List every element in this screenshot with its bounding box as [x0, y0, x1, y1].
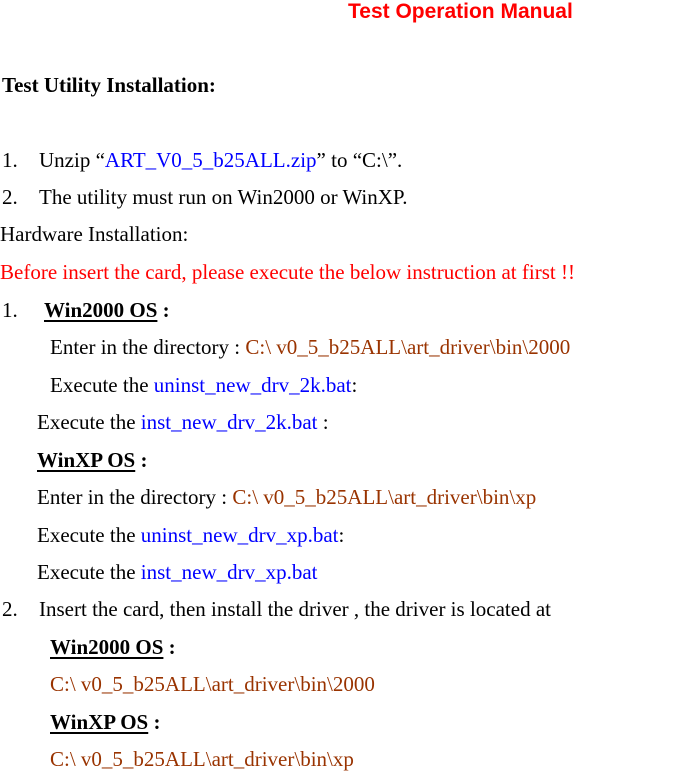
- winxp-execute-install: Execute the inst_new_drv_xp.bat: [37, 560, 318, 584]
- step-text: ” to “C:\”.: [316, 148, 403, 172]
- instruction-text: :: [351, 373, 358, 397]
- instruction-text: Execute the: [37, 560, 141, 584]
- os-label-win2000: Win2000 OS: [44, 298, 158, 322]
- instruction-text: :: [338, 523, 345, 547]
- os-label-colon: :: [148, 710, 161, 734]
- os-label-colon: :: [163, 635, 176, 659]
- winxp-execute-uninstall: Execute the uninst_new_drv_xp.bat:: [37, 523, 344, 547]
- winxp-enter-directory: Enter in the directory : C:\ v0_5_b25ALL…: [37, 485, 536, 509]
- instruction-text: Enter in the directory :: [50, 335, 246, 359]
- batch-filename: uninst_new_drv_2k.bat: [153, 373, 352, 397]
- step-text: Insert the card, then install the driver…: [39, 597, 551, 621]
- utility-step-2: 2. The utility must run on Win2000 or Win…: [2, 185, 408, 209]
- utility-step-1: 1. Unzip “ART_V0_5_b25ALL.zip” to “C:\”.: [2, 148, 402, 172]
- utility-section-heading: Test Utility Installation:: [2, 73, 216, 97]
- instruction-text: Execute the: [37, 410, 141, 434]
- step-number: 1.: [2, 298, 18, 322]
- hardware-step-1-header: 1. Win2000 OS :: [2, 298, 170, 322]
- directory-path: C:\ v0_5_b25ALL\art_driver\bin\2000: [245, 335, 571, 359]
- os-label-winxp: WinXP OS: [50, 710, 149, 734]
- batch-filename: uninst_new_drv_xp.bat: [140, 523, 339, 547]
- step-number: 2.: [2, 185, 18, 209]
- step-text: The utility must run on Win2000 or WinXP…: [39, 185, 408, 209]
- step2-winxp-path: C:\ v0_5_b25ALL\art_driver\bin\xp: [50, 747, 354, 771]
- step-number: 1.: [2, 148, 18, 172]
- os-label-colon: :: [135, 448, 148, 472]
- win2000-execute-install: Execute the inst_new_drv_2k.bat :: [37, 410, 329, 434]
- win2000-enter-directory: Enter in the directory : C:\ v0_5_b25ALL…: [50, 335, 570, 359]
- instruction-text: Execute the: [50, 373, 154, 397]
- hardware-step-2: 2. Insert the card, then install the driv…: [2, 597, 551, 621]
- document-title: Test Operation Manual: [348, 0, 573, 23]
- instruction-text: Execute the: [37, 523, 141, 547]
- os-label-colon: :: [157, 298, 170, 322]
- step2-winxp-header: WinXP OS :: [50, 710, 160, 734]
- warning-text: Before insert the card, please execute t…: [0, 260, 575, 284]
- step-number: 2.: [2, 597, 18, 621]
- hardware-section-heading: Hardware Installation:: [0, 222, 189, 246]
- win2000-execute-uninstall: Execute the uninst_new_drv_2k.bat:: [50, 373, 357, 397]
- directory-path: C:\ v0_5_b25ALL\art_driver\bin\xp: [232, 485, 537, 509]
- step2-win2000-header: Win2000 OS :: [50, 635, 176, 659]
- step-text: Unzip “: [39, 148, 105, 172]
- batch-filename: inst_new_drv_2k.bat: [140, 410, 318, 434]
- os-label-win2000: Win2000 OS: [50, 635, 164, 659]
- instruction-text: Enter in the directory :: [37, 485, 233, 509]
- winxp-header: WinXP OS :: [37, 448, 147, 472]
- os-label-winxp: WinXP OS: [37, 448, 136, 472]
- zip-filename: ART_V0_5_b25ALL.zip: [104, 148, 317, 172]
- step2-win2000-path: C:\ v0_5_b25ALL\art_driver\bin\2000: [50, 672, 375, 696]
- batch-filename: inst_new_drv_xp.bat: [140, 560, 318, 584]
- instruction-text: :: [317, 410, 329, 434]
